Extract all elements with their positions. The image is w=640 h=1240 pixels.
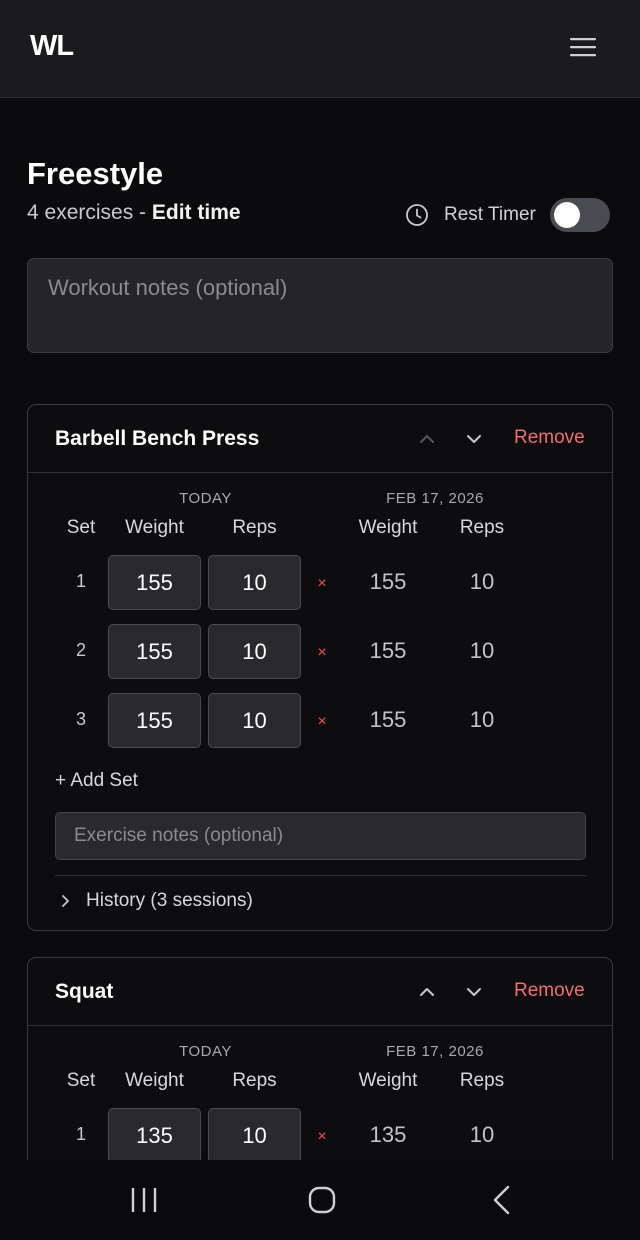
previous-date-label: FEB 17, 2026 <box>386 1043 484 1060</box>
exercise-card: Squat Remove TODAY FEB 17, 2026 Set Weig… <box>27 957 613 1160</box>
set-column-header: Set <box>66 1070 96 1091</box>
edit-time-link[interactable]: Edit time <box>152 201 241 224</box>
set-number: 1 <box>75 1124 86 1144</box>
recent-apps-icon[interactable] <box>124 1180 164 1220</box>
today-label: TODAY <box>179 490 232 507</box>
set-number: 3 <box>75 709 86 729</box>
reps-column-header: Reps <box>232 517 277 538</box>
reps-input[interactable]: 10 <box>208 624 301 679</box>
exercise-name: Squat <box>55 980 114 1003</box>
home-icon[interactable] <box>302 1180 342 1220</box>
workout-content[interactable]: Freestyle 4 exercises - Edit time Rest T… <box>0 98 640 1160</box>
app-logo[interactable]: WL <box>30 30 74 63</box>
rest-timer-toggle[interactable] <box>549 198 610 232</box>
weight-column-header: Weight <box>125 1070 184 1091</box>
history-label: History (3 sessions) <box>86 890 253 911</box>
weight-input[interactable]: 155 <box>108 624 201 679</box>
delete-set-button[interactable]: × <box>312 575 332 593</box>
previous-weight-header: Weight <box>358 1070 418 1091</box>
weight-input[interactable]: 135 <box>108 1108 201 1160</box>
chevron-down-icon[interactable] <box>464 982 484 1002</box>
previous-reps: 10 <box>469 638 495 663</box>
rest-timer-label: Rest Timer <box>444 204 536 225</box>
weight-column-header: Weight <box>125 517 184 538</box>
subtitle-separator: - <box>133 201 152 224</box>
delete-set-button[interactable]: × <box>312 713 332 731</box>
chevron-right-icon <box>62 895 69 907</box>
weight-input[interactable]: 155 <box>108 555 201 610</box>
back-icon[interactable] <box>482 1180 522 1220</box>
system-navigation-bar <box>0 1160 640 1240</box>
rest-timer-control: Rest Timer <box>405 198 610 232</box>
previous-weight: 155 <box>369 638 407 663</box>
set-number: 2 <box>75 640 86 660</box>
exercise-count: 4 exercises <box>27 201 134 224</box>
exercise-notes-input[interactable] <box>55 812 586 860</box>
previous-weight-header: Weight <box>358 517 418 538</box>
previous-weight: 155 <box>369 569 407 594</box>
hamburger-menu-icon[interactable] <box>569 36 597 58</box>
workout-subtitle: 4 exercises - Edit time <box>27 201 241 225</box>
chevron-up-icon[interactable] <box>417 429 437 449</box>
delete-set-button[interactable]: × <box>312 644 332 662</box>
exercise-name: Barbell Bench Press <box>55 427 260 450</box>
set-number: 1 <box>75 571 86 591</box>
workout-notes-input[interactable] <box>27 258 613 353</box>
previous-date-label: FEB 17, 2026 <box>386 490 484 507</box>
app-header: WL <box>0 0 640 98</box>
exercise-card-header: Squat Remove <box>28 958 612 1026</box>
page-title: Freestyle <box>27 156 164 191</box>
reps-input[interactable]: 10 <box>208 555 301 610</box>
reps-column-header: Reps <box>232 1070 277 1091</box>
reps-input[interactable]: 10 <box>208 693 301 748</box>
clock-icon <box>406 204 428 226</box>
add-set-button[interactable]: + Add Set <box>55 770 138 792</box>
chevron-up-icon[interactable] <box>417 982 437 1002</box>
today-label: TODAY <box>179 1043 232 1060</box>
previous-weight: 135 <box>369 1122 407 1147</box>
exercise-card: Barbell Bench Press Remove TODAY FEB 17,… <box>27 404 613 931</box>
reps-input[interactable]: 10 <box>208 1108 301 1160</box>
delete-set-button[interactable]: × <box>312 1128 332 1146</box>
previous-reps: 10 <box>469 569 495 594</box>
previous-reps: 10 <box>469 1122 495 1147</box>
chevron-down-icon[interactable] <box>464 429 484 449</box>
set-column-header: Set <box>66 517 96 538</box>
previous-reps: 10 <box>469 707 495 732</box>
history-toggle[interactable]: History (3 sessions) <box>58 890 253 912</box>
remove-exercise-button[interactable]: Remove <box>514 980 585 1002</box>
history-divider <box>55 875 586 876</box>
toggle-knob <box>553 202 580 228</box>
remove-exercise-button[interactable]: Remove <box>514 427 585 449</box>
previous-reps-header: Reps <box>459 517 505 538</box>
previous-reps-header: Reps <box>459 1070 505 1091</box>
exercise-card-header: Barbell Bench Press Remove <box>28 405 612 473</box>
weight-input[interactable]: 155 <box>108 693 201 748</box>
previous-weight: 155 <box>369 707 407 732</box>
